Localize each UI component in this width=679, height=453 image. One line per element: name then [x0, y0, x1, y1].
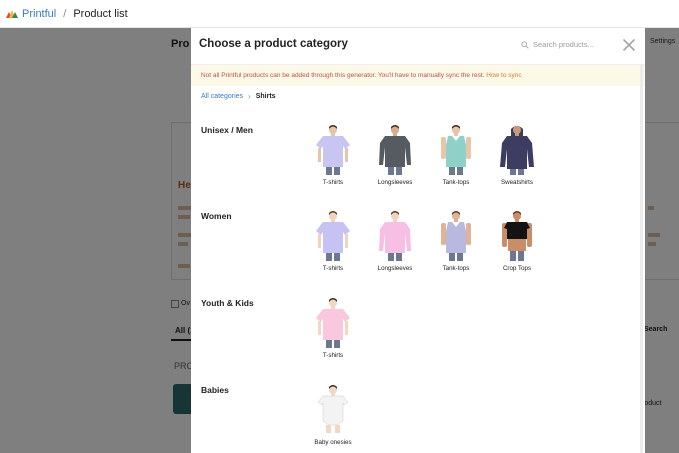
section-title: Women — [201, 211, 232, 221]
product-image — [316, 125, 350, 175]
product-image — [317, 385, 349, 433]
product-label: Longsleeves — [377, 179, 413, 186]
breadcrumb-separator: / — [63, 7, 67, 20]
search-products-placeholder: Search products... — [533, 40, 594, 49]
product-image — [441, 211, 471, 261]
breadcrumb: All categories › Shirts — [201, 92, 276, 101]
sync-notice: Not all Printful products can be added t… — [191, 64, 645, 86]
section-title: Unisex / Men — [201, 125, 253, 135]
chevron-right-icon: › — [248, 92, 251, 101]
product-card-t-shirts[interactable]: T-shirts — [309, 298, 357, 359]
product-image — [441, 125, 471, 175]
product-label: T-shirts — [322, 352, 344, 359]
product-image — [379, 211, 411, 261]
category-modal: Choose a product category Search product… — [191, 28, 645, 453]
product-label: T-shirts — [322, 265, 344, 272]
product-card-tank-tops[interactable]: Tank-tops — [432, 211, 480, 272]
printful-logo-icon[interactable] — [6, 9, 18, 18]
modal-scrollbar[interactable] — [639, 64, 644, 453]
breadcrumb-all-categories[interactable]: All categories — [201, 93, 243, 100]
product-label: Crop Tops — [502, 265, 532, 272]
close-icon[interactable] — [622, 38, 636, 52]
product-card-longsleeves[interactable]: Longsleeves — [371, 125, 419, 186]
search-products-field[interactable]: Search products... — [521, 40, 594, 49]
modal-title: Choose a product category — [199, 38, 348, 50]
product-image — [316, 211, 350, 261]
product-card-sweatshirts[interactable]: Sweatshirts — [493, 125, 541, 186]
product-image — [316, 298, 350, 348]
product-card-crop-tops[interactable]: Crop Tops — [493, 211, 541, 272]
sync-notice-text: Not all Printful products can be added t… — [201, 72, 487, 79]
section-title: Youth & Kids — [201, 298, 254, 308]
product-card-tank-tops[interactable]: Tank-tops — [432, 125, 480, 186]
top-bar: Printful / Product list — [0, 0, 679, 28]
product-label: Longsleeves — [377, 265, 413, 272]
product-label: T-shirts — [322, 179, 344, 186]
brand-link[interactable]: Printful — [22, 8, 56, 20]
section-title: Babies — [201, 385, 229, 395]
product-label: Sweatshirts — [501, 179, 533, 186]
product-label: Tank-tops — [442, 179, 470, 186]
product-label: Baby onesies — [314, 439, 352, 446]
search-icon — [521, 40, 529, 49]
breadcrumb-current: Shirts — [255, 93, 276, 100]
page-title: Product list — [73, 7, 128, 20]
product-card-baby-onesies[interactable]: Baby onesies — [309, 385, 357, 446]
product-label: Tank-tops — [442, 265, 470, 272]
product-card-longsleeves[interactable]: Longsleeves — [371, 211, 419, 272]
product-image — [500, 126, 534, 175]
product-card-t-shirts[interactable]: T-shirts — [309, 211, 357, 272]
how-to-sync-link[interactable]: How to sync — [486, 72, 521, 79]
product-image — [379, 125, 411, 175]
product-card-t-shirts[interactable]: T-shirts — [309, 125, 357, 186]
product-image — [502, 211, 532, 261]
